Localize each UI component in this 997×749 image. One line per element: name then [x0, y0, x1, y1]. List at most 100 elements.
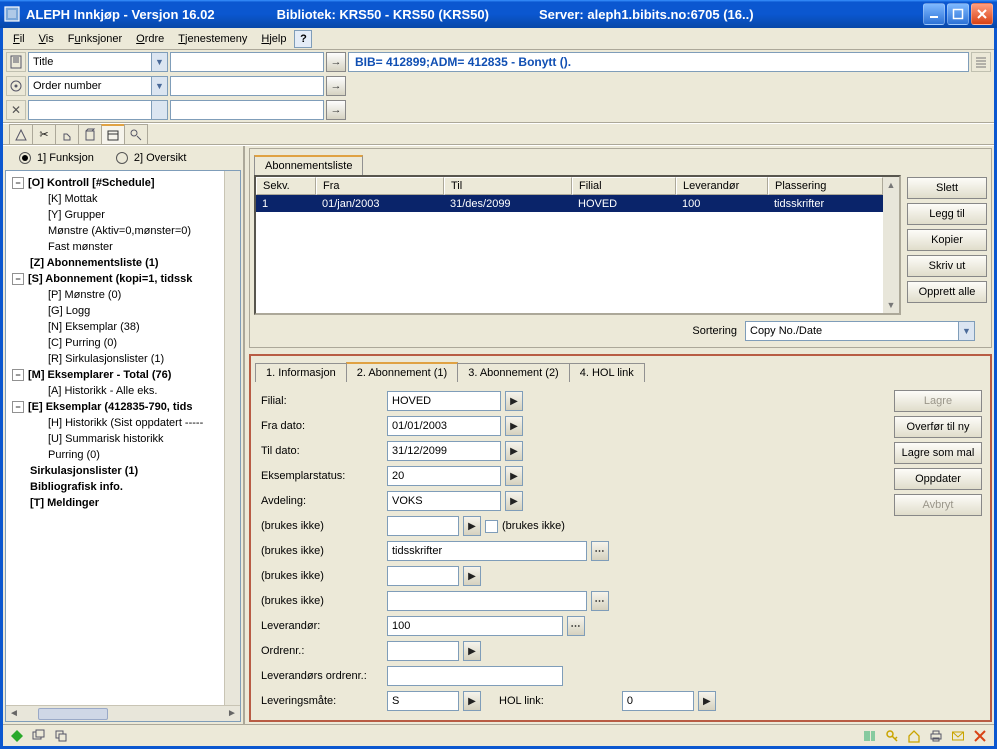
save-button[interactable]: Lagre [894, 390, 982, 412]
col-sekv[interactable]: Sekv. [256, 177, 316, 195]
input-avd[interactable]: VOKS [387, 491, 501, 511]
collapse-icon[interactable]: − [12, 369, 24, 381]
col-fra[interactable]: Fra [316, 177, 444, 195]
input-ord[interactable] [387, 641, 459, 661]
input-bi3[interactable] [387, 566, 459, 586]
input-bi4[interactable] [387, 591, 587, 611]
subscription-grid[interactable]: Sekv. Fra Til Filial Leverandør Plasseri… [254, 175, 901, 315]
notebook-icon[interactable] [6, 52, 26, 72]
col-filial[interactable]: Filial [572, 177, 676, 195]
tab-info[interactable]: 1. Informasjon [255, 363, 347, 382]
collapse-icon[interactable]: − [12, 177, 24, 189]
menu-hjelp[interactable]: Hjelp [255, 31, 292, 47]
tab-abo2[interactable]: 3. Abonnement (2) [457, 363, 570, 382]
search-input-2[interactable] [170, 76, 324, 96]
sort-select[interactable]: Copy No./Date ▼ [745, 321, 975, 341]
tab-abo1[interactable]: 2. Abonnement (1) [346, 362, 459, 382]
input-bi2[interactable]: tidsskrifter [387, 541, 587, 561]
scroll-thumb[interactable] [38, 708, 108, 720]
maximize-button[interactable] [947, 3, 969, 25]
input-lm[interactable]: S [387, 691, 459, 711]
menu-ordre[interactable]: Ordre [130, 31, 170, 47]
add-button[interactable]: Legg til [907, 203, 987, 225]
status-close-icon[interactable] [972, 728, 988, 744]
mode-tab-5[interactable] [101, 124, 125, 144]
input-lev[interactable]: 100 [387, 616, 563, 636]
nav-tree[interactable]: −[O] Kontroll [#Schedule] [K] Mottak [Y]… [6, 171, 224, 705]
search-type-1[interactable]: Title▼ [28, 52, 168, 72]
menu-tj[interactable]: Tjenestemeny [172, 31, 253, 47]
lookup-eks[interactable]: ▶ [505, 466, 523, 486]
lookup-bi2[interactable]: ⋯ [591, 541, 609, 561]
status-diamond-icon[interactable] [9, 728, 25, 744]
status-key-icon[interactable] [884, 728, 900, 744]
scroll-right-icon[interactable]: ► [224, 708, 240, 719]
save-template-button[interactable]: Lagre som mal [894, 442, 982, 464]
search-input-3[interactable] [170, 100, 324, 120]
col-til[interactable]: Til [444, 177, 572, 195]
mode-tab-2[interactable]: ✂ [32, 124, 56, 144]
tree-scroll-v[interactable] [224, 171, 240, 705]
lookup-avd[interactable]: ▶ [505, 491, 523, 511]
input-bi1[interactable] [387, 516, 459, 536]
grid-scrollbar[interactable]: ▲ ▼ [883, 177, 899, 313]
checkbox-bi1[interactable] [485, 520, 498, 533]
status-printer-icon[interactable] [928, 728, 944, 744]
input-fra[interactable]: 01/01/2003 [387, 416, 501, 436]
lookup-lev[interactable]: ⋯ [567, 616, 585, 636]
mode-tab-4[interactable] [78, 124, 102, 144]
mode-tab-6[interactable] [124, 124, 148, 144]
tree-scroll-h[interactable]: ◄ ► [6, 705, 240, 721]
x-icon[interactable]: ✕ [6, 100, 26, 120]
menu-vis[interactable]: Vis [33, 31, 60, 47]
create-all-button[interactable]: Opprett alle [907, 281, 987, 303]
search-type-3[interactable] [28, 100, 168, 120]
cancel-button[interactable]: Avbryt [894, 494, 982, 516]
input-filial[interactable]: HOVED [387, 391, 501, 411]
status-barcode-icon[interactable] [862, 728, 878, 744]
mode-tab-1[interactable] [9, 124, 33, 144]
scroll-up-icon[interactable]: ▲ [883, 177, 899, 193]
close-button[interactable] [971, 3, 993, 25]
radio-funksjon[interactable]: 1] Funksjon [19, 152, 94, 164]
scroll-left-icon[interactable]: ◄ [6, 708, 22, 719]
print-button[interactable]: Skriv ut [907, 255, 987, 277]
col-plass[interactable]: Plassering [768, 177, 883, 195]
lookup-til[interactable]: ▶ [505, 441, 523, 461]
transfer-button[interactable]: Overfør til ny [894, 416, 982, 438]
collapse-icon[interactable]: − [12, 273, 24, 285]
target-icon[interactable] [6, 76, 26, 96]
tab-hol[interactable]: 4. HOL link [569, 363, 645, 382]
input-lo[interactable] [387, 666, 563, 686]
status-envelope-icon[interactable] [950, 728, 966, 744]
go-button-2[interactable]: → [326, 76, 346, 96]
input-eks[interactable]: 20 [387, 466, 501, 486]
input-hol[interactable]: 0 [622, 691, 694, 711]
menu-funk[interactable]: Funksjoner [62, 31, 128, 47]
col-lev[interactable]: Leverandør [676, 177, 768, 195]
lookup-bi3[interactable]: ▶ [463, 566, 481, 586]
go-button-3[interactable]: → [326, 100, 346, 120]
search-type-2[interactable]: Order number▼ [28, 76, 168, 96]
help-icon[interactable]: ? [294, 30, 312, 48]
lookup-filial[interactable]: ▶ [505, 391, 523, 411]
lookup-bi4[interactable]: ⋯ [591, 591, 609, 611]
status-windows-icon[interactable] [31, 728, 47, 744]
collapse-icon[interactable]: − [12, 401, 24, 413]
lookup-ord[interactable]: ▶ [463, 641, 481, 661]
search-input-1[interactable] [170, 52, 324, 72]
table-row[interactable]: 1 01/jan/2003 31/des/2099 HOVED 100 tids… [256, 195, 883, 212]
lookup-lm[interactable]: ▶ [463, 691, 481, 711]
input-til[interactable]: 31/12/2099 [387, 441, 501, 461]
scroll-down-icon[interactable]: ▼ [883, 297, 899, 313]
lookup-hol[interactable]: ▶ [698, 691, 716, 711]
copy-button[interactable]: Kopier [907, 229, 987, 251]
radio-oversikt[interactable]: 2] Oversikt [116, 152, 187, 164]
go-button-1[interactable]: → [326, 52, 346, 72]
update-button[interactable]: Oppdater [894, 468, 982, 490]
status-stack-icon[interactable] [53, 728, 69, 744]
status-home-icon[interactable] [906, 728, 922, 744]
list-icon[interactable] [971, 52, 991, 72]
delete-button[interactable]: Slett [907, 177, 987, 199]
minimize-button[interactable] [923, 3, 945, 25]
